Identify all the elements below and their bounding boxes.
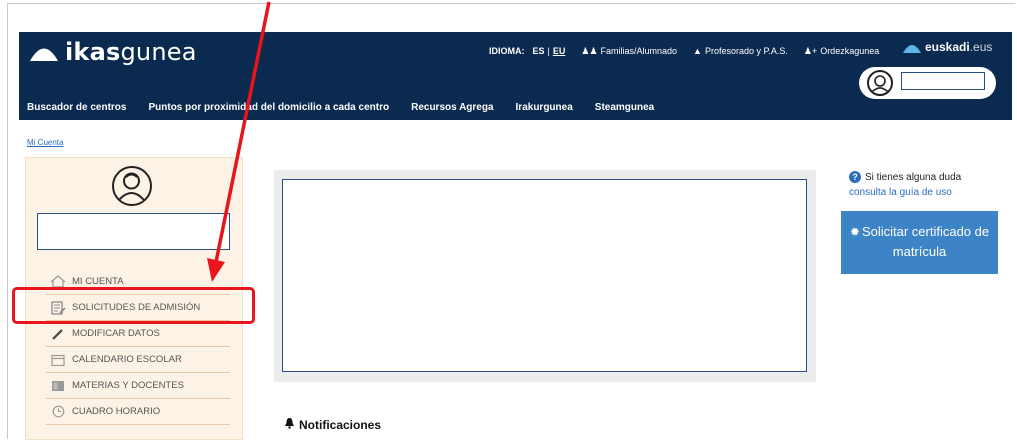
breadcrumb-mi-cuenta[interactable]: Mi Cuenta (27, 138, 63, 147)
menu-item-cuadro-horario[interactable]: CUADRO HORARIO (46, 399, 230, 425)
users-icon: ♟♟ (581, 45, 598, 56)
nav-steamgunea[interactable]: Steamgunea (595, 102, 654, 113)
help-guide-link[interactable]: consulta la guía de uso (849, 185, 961, 200)
profile-avatar-icon (112, 166, 152, 206)
menu-item-label: MODIFICAR DATOS (72, 328, 160, 339)
euskadi-logo[interactable]: euskadi .eus (899, 32, 1012, 62)
menu-item-label: MATERIAS Y DOCENTES (72, 380, 184, 391)
main-content-box (282, 179, 807, 372)
top-link-label: Familias/Alumnado (600, 46, 678, 56)
help-text: Si tienes alguna duda (865, 172, 962, 183)
profile-name-box (37, 213, 230, 250)
ikasgunea-logo[interactable]: ikasgunea (29, 38, 197, 66)
menu-item-modificar-datos[interactable]: MODIFICAR DATOS (46, 321, 230, 347)
menu-item-label: MI CUENTA (72, 276, 124, 287)
nav-recursos-agrega[interactable]: Recursos Agrega (411, 102, 493, 113)
badge-icon: ✹ (849, 225, 860, 239)
top-link-label: Profesorado y P.A.S. (704, 46, 788, 56)
user-name-field (901, 72, 985, 90)
notifications-title: Notificaciones (299, 417, 382, 432)
help-box: ? Si tienes alguna duda consulta la guía … (849, 170, 961, 200)
lang-eu-link[interactable]: EU (553, 46, 566, 56)
calendar-icon (49, 353, 67, 367)
lang-separator: | (547, 46, 550, 56)
logo-arc-icon (30, 48, 58, 61)
menu-item-label: CUADRO HORARIO (72, 406, 161, 417)
question-icon: ? (849, 171, 861, 183)
top-link-familias[interactable]: ♟♟ Familias/Alumnado (581, 46, 677, 57)
graduation-cap-icon: ▲ (693, 46, 702, 56)
site-header: ikasgunea IDIOMA: ES | EU ♟♟ Familias/Al… (19, 32, 1012, 120)
avatar-icon (867, 70, 893, 96)
clock-icon (49, 405, 67, 419)
euskadi-arc-icon (903, 45, 921, 53)
euskadi-domain: .eus (969, 40, 993, 54)
user-menu[interactable] (859, 67, 996, 99)
main-nav: Buscador de centros Puntos por proximida… (27, 102, 676, 113)
menu-item-calendario-escolar[interactable]: CALENDARIO ESCOLAR (46, 347, 230, 373)
euskadi-text: euskadi (925, 40, 970, 54)
logo-text: ikasgunea (65, 38, 197, 66)
top-link-profesorado[interactable]: ▲ Profesorado y P.A.S. (693, 46, 788, 56)
lang-es-link[interactable]: ES (533, 46, 545, 56)
pencil-icon (49, 327, 67, 341)
bell-icon (284, 417, 295, 432)
menu-item-label: CALENDARIO ESCOLAR (72, 354, 182, 365)
nav-puntos-proximidad[interactable]: Puntos por proximidad del domicilio a ca… (148, 102, 389, 113)
page: ikasgunea IDIOMA: ES | EU ♟♟ Familias/Al… (0, 0, 1017, 440)
nav-buscador-centros[interactable]: Buscador de centros (27, 102, 126, 113)
top-nav: IDIOMA: ES | EU ♟♟ Familias/Alumnado ▲ P… (489, 41, 879, 61)
menu-item-materias-docentes[interactable]: MATERIAS Y DOCENTES (46, 373, 230, 399)
language-label: IDIOMA: (489, 46, 525, 56)
top-link-ordezkagunea[interactable]: ♟+ Ordezkagunea (804, 46, 879, 57)
certificate-button-label: Solicitar certificado de matrícula (861, 224, 990, 259)
nav-irakurgunea[interactable]: Irakurgunea (516, 102, 573, 113)
user-plus-icon: ♟+ (803, 45, 818, 56)
book-icon (49, 379, 67, 393)
request-certificate-button[interactable]: ✹ Solicitar certificado de matrícula (841, 211, 998, 274)
highlight-box (12, 287, 255, 324)
notifications-heading: Notificaciones (284, 417, 381, 432)
top-link-label: Ordezkagunea (820, 46, 880, 56)
